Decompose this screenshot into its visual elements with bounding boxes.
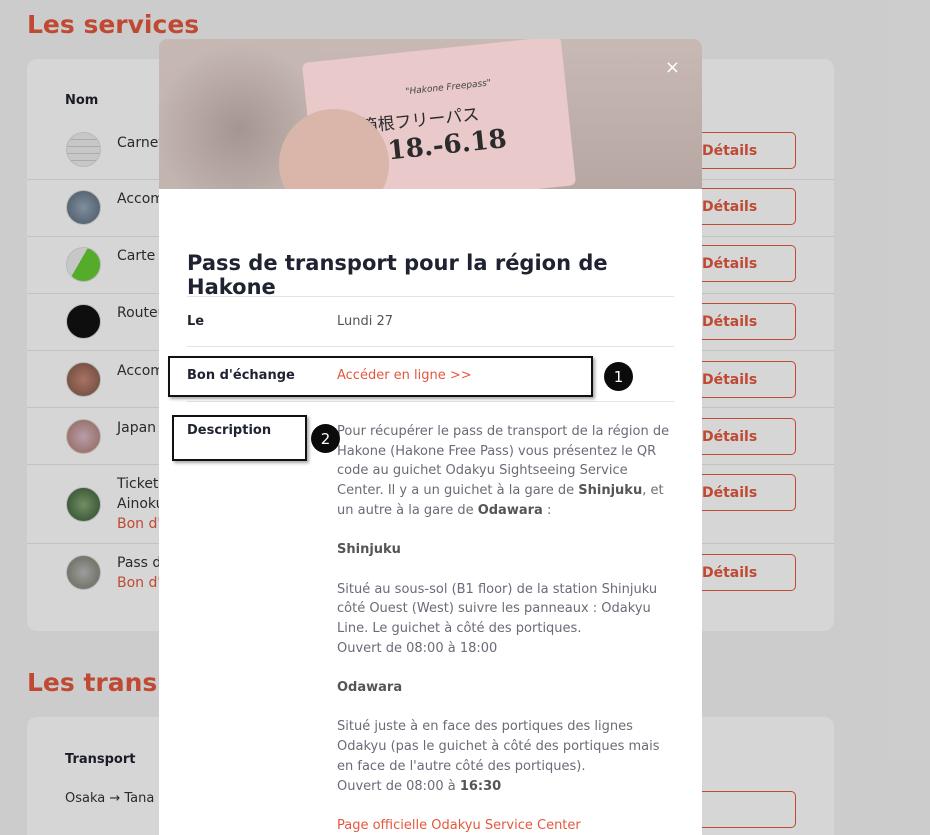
shinjuku-info: Situé au sous-sol (B1 floor) de la stati… bbox=[337, 581, 658, 656]
description-intro: Pour récupérer le pass de transport de l… bbox=[337, 424, 670, 518]
divider bbox=[187, 296, 674, 297]
annotation-number-1: 1 bbox=[604, 362, 633, 391]
official-page-link[interactable]: Page officielle Odakyu Service Center bbox=[337, 816, 672, 835]
odawara-info: Situé juste à en face des portiques des … bbox=[337, 719, 660, 794]
annotation-box-2 bbox=[172, 415, 307, 461]
annotation-number-2: 2 bbox=[311, 424, 340, 453]
divider bbox=[187, 401, 674, 402]
hero-image: "Hakone Freepass" 箱根フリーパス 2018.-6.18 × bbox=[159, 39, 702, 189]
date-value: Lundi 27 bbox=[337, 314, 394, 329]
heading-shinjuku: Shinjuku bbox=[337, 542, 401, 558]
annotation-box-1 bbox=[168, 356, 593, 397]
description-text: Pour récupérer le pass de transport de l… bbox=[337, 422, 672, 835]
modal-title: Pass de transport pour la région de Hako… bbox=[187, 251, 608, 299]
date-label: Le bbox=[187, 314, 205, 329]
close-icon[interactable]: × bbox=[665, 59, 680, 77]
divider bbox=[187, 346, 674, 347]
heading-odawara: Odawara bbox=[337, 680, 403, 696]
